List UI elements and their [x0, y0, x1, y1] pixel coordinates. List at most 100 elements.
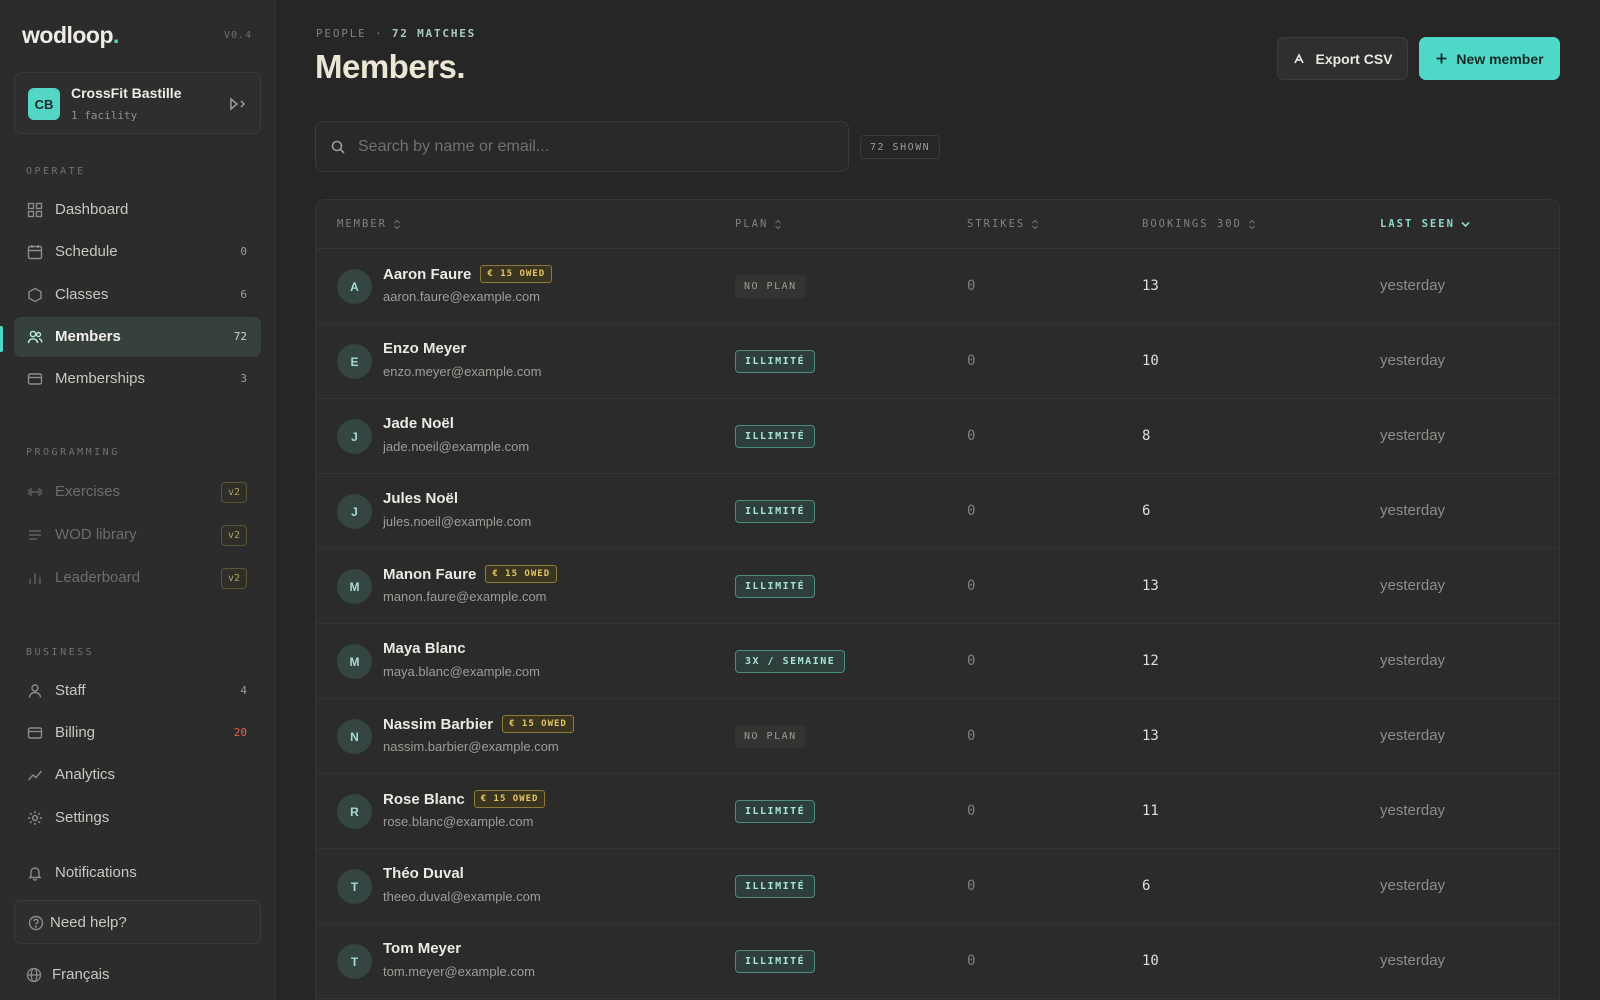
- sidebar-item-count: 20: [233, 726, 247, 739]
- member-name-text: Maya Blanc: [383, 640, 466, 657]
- table-header: MEMBER PLAN STRIKES BOOKINGS 30D LAST SE…: [316, 200, 1559, 249]
- bookings-value: 13: [1142, 728, 1159, 744]
- card-icon: [27, 727, 43, 739]
- page-title: Members.: [315, 48, 466, 85]
- member-name-text: Jules Noël: [383, 490, 459, 507]
- avatar: R: [337, 794, 372, 829]
- last-seen-value: yesterday: [1380, 952, 1446, 969]
- table-row[interactable]: E Enzo Meyer enzo.meyer@example.com ILLIMIT…: [316, 324, 1559, 399]
- plan-badge: ILLIMITÉ: [735, 575, 816, 598]
- breadcrumb: PEOPLE · 72 MATCHES: [316, 27, 476, 40]
- sidebar-item-schedule[interactable]: Schedule 0: [14, 232, 261, 272]
- sidebar-item-settings[interactable]: Settings: [14, 798, 261, 838]
- column-header-plan[interactable]: PLAN: [735, 218, 782, 230]
- sidebar-item-label: Memberships: [55, 370, 146, 387]
- arrow-up-icon: [1294, 52, 1305, 63]
- member-name[interactable]: Enzo Meyer: [383, 340, 466, 357]
- version-badge: v2: [220, 568, 247, 589]
- column-header-bookings[interactable]: BOOKINGS 30D: [1142, 218, 1256, 230]
- table-row[interactable]: A Aaron Faure € 15 OWED aaron.faure@example…: [316, 249, 1559, 324]
- member-name[interactable]: Théo Duval: [383, 865, 464, 882]
- last-seen-value: yesterday: [1380, 502, 1446, 519]
- avatar: J: [337, 494, 372, 529]
- avatar: J: [337, 419, 372, 454]
- breadcrumb-separator: ·: [374, 27, 384, 40]
- sidebar-item-dashboard[interactable]: Dashboard: [14, 190, 261, 230]
- table-row[interactable]: T Théo Duval theeo.duval@example.com ILLIMI…: [316, 849, 1559, 924]
- sidebar-item-memberships[interactable]: Memberships 3: [14, 359, 261, 399]
- sidebar-collapse-icon[interactable]: [228, 95, 248, 113]
- member-name[interactable]: Aaron Faure € 15 OWED: [383, 265, 553, 283]
- help-button[interactable]: Need help?: [14, 900, 261, 944]
- member-email: theeo.duval@example.com: [383, 889, 541, 904]
- member-name[interactable]: Jules Noël: [383, 490, 458, 507]
- globe-icon: [26, 967, 42, 983]
- sort-icon: [1032, 219, 1039, 229]
- new-member-button[interactable]: New member: [1419, 37, 1560, 80]
- plan-badge: ILLIMITÉ: [735, 800, 816, 823]
- sidebar-item-leaderboard[interactable]: Leaderboard v2: [14, 558, 261, 598]
- table-row[interactable]: N Nassim Barbier € 15 OWED nassim.barbier@e…: [316, 699, 1559, 774]
- plan-badge: NO PLAN: [735, 725, 806, 748]
- plan-badge: ILLIMITÉ: [735, 950, 816, 973]
- sidebar-item-billing[interactable]: Billing 20: [14, 713, 261, 753]
- version-badge: v2: [220, 525, 247, 546]
- member-name[interactable]: Manon Faure € 15 OWED: [383, 565, 558, 583]
- export-csv-button[interactable]: Export CSV: [1277, 37, 1408, 80]
- last-seen-value: yesterday: [1380, 727, 1446, 744]
- table-row[interactable]: J Jade Noël jade.noeil@example.com ILLIMITÉ…: [316, 399, 1559, 474]
- sidebar-item-classes[interactable]: Classes 6: [14, 275, 261, 315]
- member-email: aaron.faure@example.com: [383, 289, 540, 304]
- member-name[interactable]: Tom Meyer: [383, 940, 461, 957]
- column-header-member[interactable]: MEMBER: [337, 218, 401, 230]
- owed-badge: € 15 OWED: [473, 790, 546, 808]
- sidebar-item-members[interactable]: Members 72: [14, 317, 261, 357]
- table-row[interactable]: M Maya Blanc maya.blanc@example.com 3X / SE…: [316, 624, 1559, 699]
- avatar: T: [337, 869, 372, 904]
- help-label: Need help?: [50, 914, 127, 931]
- sidebar-item-wod-library[interactable]: WOD library v2: [14, 515, 261, 555]
- table-row[interactable]: R Rose Blanc € 15 OWED rose.blanc@example.c…: [316, 774, 1559, 849]
- member-name[interactable]: Nassim Barbier € 15 OWED: [383, 715, 574, 733]
- org-switcher[interactable]: CB CrossFit Bastille 1 facility: [14, 72, 261, 134]
- sidebar-item-label: Members: [55, 328, 121, 345]
- app-version: V0.4: [224, 30, 253, 41]
- table-row[interactable]: T Tom Meyer tom.meyer@example.com ILLIMITÉ 0…: [316, 924, 1559, 999]
- table-row[interactable]: M Manon Faure € 15 OWED manon.faure@example…: [316, 549, 1559, 624]
- strikes-value: 0: [967, 578, 976, 594]
- bookings-value: 10: [1142, 353, 1159, 369]
- sidebar-item-notifications[interactable]: Notifications: [14, 853, 261, 893]
- bookings-value: 8: [1142, 428, 1151, 444]
- member-name-text: Enzo Meyer: [383, 340, 467, 357]
- search-icon: [331, 140, 345, 154]
- member-name[interactable]: Rose Blanc € 15 OWED: [383, 790, 546, 808]
- sidebar-item-staff[interactable]: Staff 4: [14, 671, 261, 711]
- last-seen-value: yesterday: [1380, 427, 1446, 444]
- sidebar-item-count: 3: [240, 372, 247, 385]
- strikes-value: 0: [967, 278, 976, 294]
- org-avatar: CB: [28, 88, 60, 120]
- column-header-last-seen[interactable]: LAST SEEN: [1380, 218, 1470, 230]
- sidebar-item-label: Leaderboard: [55, 569, 141, 586]
- member-name[interactable]: Maya Blanc: [383, 640, 466, 657]
- search-input[interactable]: [358, 134, 828, 160]
- sidebar-item-exercises[interactable]: Exercises v2: [14, 472, 261, 512]
- sidebar-item-label: WOD library: [55, 526, 137, 543]
- plan-badge: NO PLAN: [735, 275, 806, 298]
- new-member-label: New member: [1456, 50, 1544, 67]
- member-name[interactable]: Jade Noël: [383, 415, 454, 432]
- strikes-value: 0: [967, 353, 976, 369]
- table-row[interactable]: J Jules Noël jules.noeil@example.com ILLIMI…: [316, 474, 1559, 549]
- brand-logo[interactable]: wodloop.: [22, 22, 119, 49]
- chevron-down-icon: [1461, 221, 1470, 227]
- sidebar-item-count: 0: [240, 245, 247, 258]
- card-icon: [27, 373, 43, 385]
- member-email: tom.meyer@example.com: [383, 964, 535, 979]
- avatar: T: [337, 944, 372, 979]
- column-header-strikes[interactable]: STRIKES: [967, 218, 1039, 230]
- bookings-value: 13: [1142, 278, 1159, 294]
- sort-icon: [394, 219, 400, 229]
- export-csv-label: Export CSV: [1315, 50, 1393, 67]
- strikes-value: 0: [967, 653, 976, 669]
- sidebar-item-analytics[interactable]: Analytics: [14, 755, 261, 795]
